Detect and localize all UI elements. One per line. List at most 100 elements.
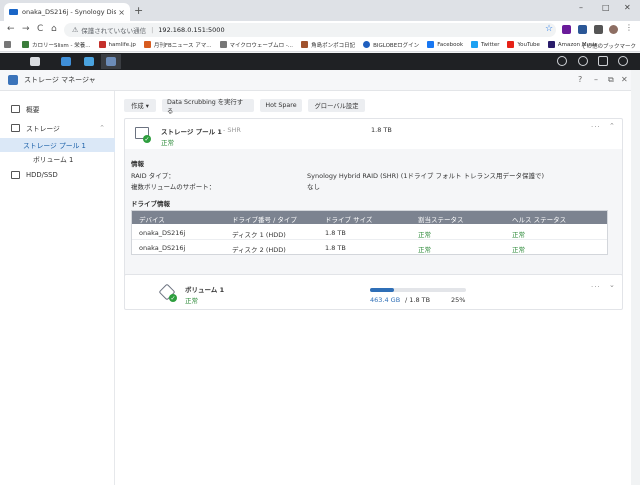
user-icon[interactable] bbox=[578, 56, 588, 66]
table-header: デバイス ドライブ番号 / タイプ ドライブ サイズ 割当ステータス ヘルス ス… bbox=[132, 211, 607, 224]
data-scrubbing-button[interactable]: Data Scrubbing を実行する bbox=[162, 99, 254, 115]
storage-manager-icon bbox=[106, 57, 116, 66]
storage-pool-card: ✓ ストレージ プール 1 - SHR 正常 1.8 TB ··· ⌃ 情報 R… bbox=[124, 118, 623, 284]
grid-icon bbox=[30, 57, 40, 66]
extension-icon[interactable] bbox=[562, 25, 571, 34]
bookmark-item[interactable]: Facebook bbox=[427, 41, 463, 48]
sidebar-item-volume-1[interactable]: ボリューム 1 bbox=[0, 152, 115, 166]
window-close-button[interactable]: ✕ bbox=[621, 75, 628, 84]
global-settings-button[interactable]: グローバル設定 bbox=[308, 99, 365, 112]
synology-favicon-icon bbox=[9, 9, 18, 15]
close-window-button[interactable]: ✕ bbox=[624, 3, 631, 12]
dsm-taskbar bbox=[0, 53, 640, 70]
forward-icon[interactable]: → bbox=[22, 24, 30, 34]
sidebar-item-hdd-ssd[interactable]: HDD/SSD bbox=[0, 168, 115, 182]
security-warning: 保護されていない通信 bbox=[81, 27, 147, 35]
bookmarks-bar: カロリーSlism - 栄養... hamlife.jp 月刊FBニュース アマ… bbox=[0, 38, 640, 52]
new-tab-button[interactable]: + bbox=[134, 4, 143, 17]
volume-status: 正常 bbox=[185, 297, 198, 305]
office-extension-icon[interactable] bbox=[578, 25, 587, 34]
bookmark-item[interactable]: BIGLOBEログイン bbox=[363, 41, 419, 49]
check-icon: ✓ bbox=[169, 294, 177, 302]
bookmark-item[interactable]: YouTube bbox=[507, 41, 540, 48]
search-icon[interactable] bbox=[618, 56, 628, 66]
alloc-status-cell: 正常 bbox=[418, 231, 431, 239]
pool-name: ストレージ プール 1 bbox=[161, 128, 222, 136]
pool-status: 正常 bbox=[161, 139, 174, 147]
sidebar: 概要 ストレージ ⌃ ストレージ プール 1 ボリューム 1 HDD/SSD bbox=[0, 91, 115, 485]
bookmark-item[interactable]: マイクロウェーブムロ -... bbox=[219, 41, 293, 49]
browser-toolbar: ← → C ⌂ ⚠ 保護されていない通信 | 192.168.0.151:500… bbox=[0, 21, 640, 38]
volume-card[interactable]: ✓ ボリューム 1 正常 463.4 GB / 1.8 TB 25% ··· ⌄ bbox=[124, 274, 623, 310]
sidebar-item-storage-pool-1[interactable]: ストレージ プール 1 bbox=[0, 138, 115, 152]
bookmark-star-icon[interactable]: ☆ bbox=[545, 24, 553, 34]
create-button[interactable]: 作成 ▾ bbox=[124, 99, 156, 112]
more-options-icon[interactable]: ··· bbox=[591, 283, 601, 291]
bookmark-item[interactable]: hamlife.jp bbox=[98, 41, 136, 48]
hot-spare-button[interactable]: Hot Spare bbox=[260, 99, 302, 112]
warning-icon: ⚠ bbox=[72, 26, 79, 34]
window-minimize-button[interactable]: – bbox=[594, 75, 598, 84]
browser-window: onaka_DS216j - Synology DiskSt × + – □ ✕… bbox=[0, 0, 640, 485]
browser-menu-icon[interactable]: ⋮ bbox=[625, 23, 634, 32]
file-station-icon bbox=[61, 57, 71, 66]
hdd-icon bbox=[11, 171, 20, 179]
sidebar-item-label: ストレージ bbox=[26, 125, 60, 133]
window-restore-button[interactable]: ⧉ bbox=[608, 75, 614, 85]
control-panel-icon bbox=[84, 57, 94, 66]
other-bookmarks[interactable]: その他のブックマーク bbox=[581, 42, 636, 50]
drive-number-cell: ディスク 1 (HDD) bbox=[232, 231, 286, 239]
window-title: ストレージ マネージャ bbox=[24, 76, 96, 84]
back-icon[interactable]: ← bbox=[7, 24, 15, 34]
dsm-main-menu-button[interactable] bbox=[25, 54, 45, 69]
column-header[interactable]: デバイス bbox=[139, 214, 165, 224]
chevron-down-icon[interactable]: ⌄ bbox=[609, 281, 616, 289]
widgets-icon[interactable] bbox=[598, 56, 608, 66]
browser-tab[interactable]: onaka_DS216j - Synology DiskSt × bbox=[4, 3, 130, 21]
table-row[interactable]: onaka_DS216j ディスク 1 (HDD) 1.8 TB 正常 正常 bbox=[132, 225, 607, 240]
control-panel-button[interactable] bbox=[79, 54, 99, 69]
drive-table: デバイス ドライブ番号 / タイプ ドライブ サイズ 割当ステータス ヘルス ス… bbox=[131, 210, 608, 255]
tab-strip: onaka_DS216j - Synology DiskSt × + – □ ✕ bbox=[0, 0, 640, 21]
bookmark-apps-icon[interactable] bbox=[4, 41, 14, 48]
chevron-up-icon[interactable]: ⌃ bbox=[99, 124, 105, 132]
column-header[interactable]: 割当ステータス bbox=[418, 214, 464, 224]
alloc-status-cell: 正常 bbox=[418, 246, 431, 254]
volume-percent: 25% bbox=[451, 296, 466, 304]
help-button[interactable]: ? bbox=[578, 75, 582, 84]
table-row[interactable]: onaka_DS216j ディスク 2 (HDD) 1.8 TB 正常 正常 bbox=[132, 240, 607, 255]
sidebar-item-overview[interactable]: 概要 bbox=[0, 102, 115, 116]
sidebar-item-label: ボリューム 1 bbox=[33, 156, 74, 164]
volume-usage-bar bbox=[370, 288, 466, 292]
tab-close-icon[interactable]: × bbox=[118, 8, 125, 17]
volume-usage-fill bbox=[370, 288, 394, 292]
home-icon[interactable]: ⌂ bbox=[51, 24, 57, 34]
raid-type-label: RAID タイプ： bbox=[131, 172, 175, 180]
column-header[interactable]: ドライブ番号 / タイプ bbox=[232, 214, 297, 224]
minimize-window-button[interactable]: – bbox=[579, 3, 583, 12]
sidebar-item-label: HDD/SSD bbox=[26, 171, 58, 179]
maximize-window-button[interactable]: □ bbox=[602, 3, 610, 12]
reload-icon[interactable]: C bbox=[37, 24, 43, 34]
more-options-icon[interactable]: ··· bbox=[591, 123, 601, 131]
sidebar-item-storage[interactable]: ストレージ ⌃ bbox=[0, 121, 115, 135]
profile-avatar[interactable] bbox=[609, 25, 618, 34]
address-bar[interactable]: ⚠ 保護されていない通信 | 192.168.0.151:5000 bbox=[64, 23, 556, 37]
storage-manager-taskbar-button[interactable] bbox=[101, 54, 121, 69]
overview-icon bbox=[11, 105, 20, 113]
main-content: 作成 ▾ Data Scrubbing を実行する Hot Spare グローバ… bbox=[116, 91, 631, 485]
bookmark-item[interactable]: 月刊FBニュース アマ... bbox=[143, 41, 212, 49]
bookmark-item[interactable]: 角島ポンポコ日記 bbox=[301, 41, 355, 49]
drive-size-cell: 1.8 TB bbox=[325, 229, 346, 237]
file-station-button[interactable] bbox=[56, 54, 76, 69]
drive-info-heading: ドライブ情報 bbox=[131, 200, 170, 208]
window-titlebar: ストレージ マネージャ ? – ⧉ ✕ bbox=[0, 70, 631, 91]
column-header[interactable]: ドライブ サイズ bbox=[325, 214, 372, 224]
tab-title: onaka_DS216j - Synology DiskSt bbox=[22, 8, 117, 16]
bookmark-item[interactable]: Twitter bbox=[471, 41, 499, 48]
puzzle-extension-icon[interactable] bbox=[594, 25, 603, 34]
notification-icon[interactable] bbox=[557, 56, 567, 66]
chevron-up-icon[interactable]: ⌃ bbox=[609, 122, 616, 130]
column-header[interactable]: ヘルス ステータス bbox=[512, 214, 566, 224]
bookmark-item[interactable]: カロリーSlism - 栄養... bbox=[22, 41, 91, 49]
